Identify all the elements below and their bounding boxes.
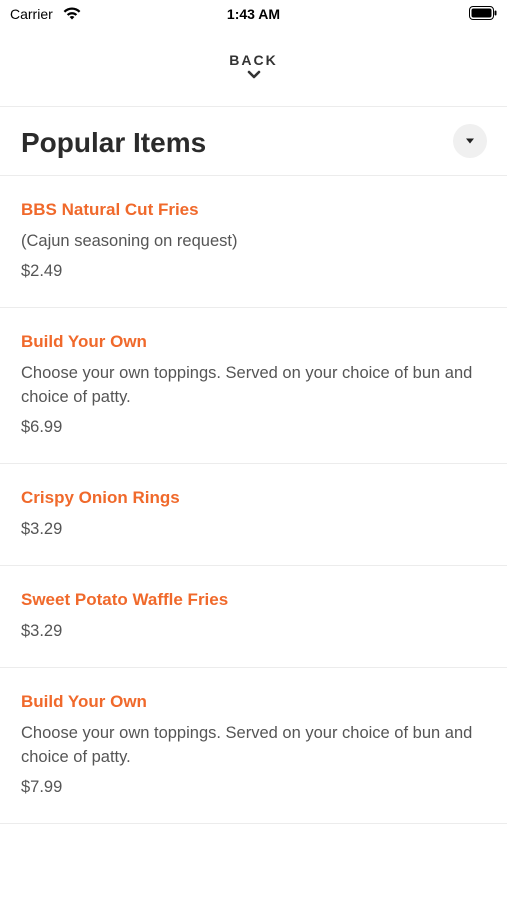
- menu-item[interactable]: Crispy Onion Rings $3.29: [0, 464, 507, 566]
- item-name: Sweet Potato Waffle Fries: [21, 590, 229, 609]
- section-title: Popular Items: [21, 127, 207, 158]
- menu-item[interactable]: Build Your Own Choose your own toppings.…: [0, 668, 507, 824]
- menu-items-list: BBS Natural Cut Fries (Cajun seasoning o…: [0, 176, 507, 824]
- clock: 1:43 AM: [226, 6, 281, 22]
- item-name: Build Your Own: [21, 692, 147, 711]
- item-price: $3.29: [21, 622, 63, 640]
- back-button[interactable]: BACK: [0, 46, 507, 94]
- item-description: Choose your own toppings. Served on your…: [21, 724, 473, 766]
- section-dropdown-button[interactable]: [453, 124, 487, 158]
- item-description: (Cajun seasoning on request): [21, 232, 238, 250]
- menu-item[interactable]: BBS Natural Cut Fries (Cajun seasoning o…: [0, 176, 507, 308]
- status-bar: Carrier 1:43 AM: [0, 0, 507, 28]
- menu-item[interactable]: Build Your Own Choose your own toppings.…: [0, 308, 507, 464]
- back-label: BACK: [229, 52, 278, 68]
- item-description: Choose your own toppings. Served on your…: [21, 364, 473, 406]
- item-price: $6.99: [21, 418, 63, 436]
- battery-icon: [469, 6, 497, 20]
- item-price: $3.29: [21, 520, 63, 538]
- item-price: $7.99: [21, 778, 63, 796]
- item-name: Build Your Own: [21, 332, 147, 351]
- item-price: $2.49: [21, 262, 63, 280]
- item-name: BBS Natural Cut Fries: [21, 200, 199, 219]
- section-header: Popular Items: [0, 107, 507, 176]
- caret-down-icon: [466, 138, 474, 144]
- chevron-down-icon: [247, 70, 260, 79]
- item-name: Crispy Onion Rings: [21, 488, 180, 507]
- menu-item[interactable]: Sweet Potato Waffle Fries $3.29: [0, 566, 507, 668]
